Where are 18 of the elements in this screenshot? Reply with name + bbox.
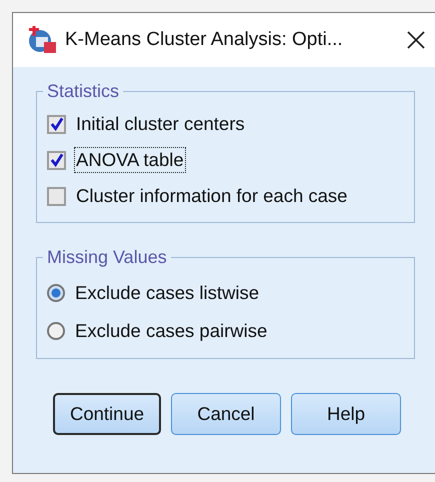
checkbox[interactable]: [47, 150, 66, 170]
checkbox-label[interactable]: Initial cluster centers: [74, 111, 247, 137]
checkbox-label[interactable]: Cluster information for each case: [74, 183, 350, 209]
group-title: Statistics: [46, 81, 120, 102]
group-title: Missing Values: [46, 247, 168, 268]
checkbox[interactable]: [47, 186, 66, 206]
dialog-button[interactable]: Cancel: [171, 393, 281, 435]
checkbox-label[interactable]: ANOVA table: [74, 147, 186, 173]
radio-label[interactable]: Exclude cases pairwise: [73, 318, 270, 344]
radio-button[interactable]: [47, 284, 65, 302]
table-icon: [27, 26, 57, 54]
radio-label[interactable]: Exclude cases listwise: [73, 280, 262, 306]
window-title: K-Means Cluster Analysis: Opti...: [65, 29, 343, 51]
checkbox[interactable]: [47, 114, 66, 134]
dialog-button[interactable]: Help: [291, 393, 401, 435]
close-icon[interactable]: [406, 30, 426, 50]
radio-button[interactable]: [47, 322, 65, 340]
dialog-button[interactable]: Continue: [53, 393, 161, 435]
